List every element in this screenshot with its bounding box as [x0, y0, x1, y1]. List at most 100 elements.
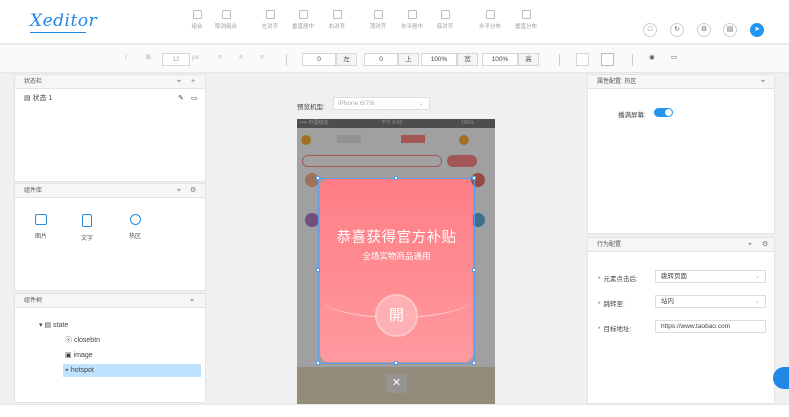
library-item-image[interactable]: 图片 — [26, 214, 56, 240]
ungroup-button[interactable]: 取消组合 — [206, 10, 246, 30]
app-logo: Xeditor — [30, 11, 98, 31]
library-item-label: 热区 — [128, 234, 141, 240]
group-label: 组合 — [191, 24, 203, 30]
target-url-input[interactable]: https://www.taobao.com — [655, 320, 766, 333]
target-url-label: * 目标地址: — [598, 326, 632, 333]
click-action-value: 跳转页面 — [661, 273, 687, 280]
bold-button[interactable]: B — [146, 52, 151, 66]
y-input[interactable]: 0 — [364, 53, 398, 66]
resize-handle-e[interactable] — [472, 268, 476, 272]
y-unit-label: 上 — [398, 53, 419, 66]
settings-icon[interactable]: ⚙ — [190, 184, 196, 198]
border-style-button[interactable] — [601, 53, 614, 66]
distribute-h-label: 水平分布 — [478, 24, 501, 30]
tree-panel-header: 组件树 ⌖ — [15, 294, 205, 308]
tree-node-hotspot[interactable]: ⌖ hotspot — [63, 364, 201, 377]
save-icon: ▤ — [726, 26, 734, 33]
height-input[interactable]: 100% — [482, 53, 518, 66]
visibility-button[interactable]: ◉ — [649, 52, 655, 66]
text-icon — [82, 214, 92, 227]
expand-icon[interactable]: ⌖ — [177, 75, 181, 89]
align-right-button[interactable]: 右对齐 — [317, 10, 357, 30]
tree-node-image[interactable]: ▣ image — [15, 349, 207, 362]
close-button[interactable]: ✕ — [386, 374, 407, 393]
resize-handle-w[interactable] — [316, 268, 320, 272]
resize-handle-sw[interactable] — [316, 361, 320, 365]
delete-button[interactable]: ▭ — [671, 52, 677, 66]
jump-to-label: * 跳转至: — [598, 301, 625, 308]
logo-underline — [30, 32, 86, 33]
device-select-value: iPhone 6/7/8 — [338, 100, 375, 107]
close-circle-icon: ⓧ — [65, 337, 72, 344]
refresh-button[interactable]: ↻ — [670, 23, 684, 37]
format-bar: I B 12 px ≡ ≡ ≡ 0 左 0 上 100% 宽 100% 高 ◉ … — [0, 45, 789, 73]
click-action-select[interactable]: 跳转页面 ⌄ — [655, 270, 766, 283]
device-select[interactable]: iPhone 6/7/8 ⌄ — [333, 97, 430, 110]
settings-icon: ⚙ — [700, 26, 708, 33]
resize-handle-ne[interactable] — [472, 176, 476, 180]
font-unit-label: px — [192, 54, 199, 61]
image-icon: ▣ — [65, 352, 72, 359]
width-input[interactable]: 100% — [421, 53, 457, 66]
resize-handle-se[interactable] — [472, 361, 476, 365]
text-align-right-button[interactable]: ≡ — [260, 52, 264, 66]
chat-support-button[interactable] — [773, 367, 789, 389]
expand-icon[interactable]: ⌖ — [748, 238, 752, 252]
selection-box[interactable] — [318, 178, 475, 364]
save-button[interactable]: ▤ — [723, 23, 737, 37]
align-left-label: 左对齐 — [261, 24, 279, 30]
library-item-hotspot[interactable]: 热区 — [120, 214, 150, 240]
align-bottom-label: 底对齐 — [436, 24, 454, 30]
font-size-input[interactable]: 12 — [162, 53, 190, 66]
distribute-h-button[interactable]: 水平分布 — [470, 10, 510, 30]
distribute-h-icon — [485, 10, 495, 19]
expand-icon[interactable]: ⌖ — [190, 294, 194, 308]
align-top-label: 顶对齐 — [369, 24, 387, 30]
fullscreen-toggle[interactable] — [654, 108, 673, 117]
jump-to-select[interactable]: 站内 ⌄ — [655, 295, 766, 308]
library-item-text[interactable]: 文字 — [72, 214, 102, 242]
folder-icon: ▤ — [44, 322, 52, 329]
fill-color-button[interactable] — [576, 53, 589, 66]
file-button[interactable]: □ — [643, 23, 657, 37]
bottom-scrollbar[interactable] — [0, 404, 789, 417]
tree-node-closebtn[interactable]: ⓧ closebtn — [15, 334, 207, 347]
align-top-icon — [373, 10, 383, 19]
align-bottom-button[interactable]: 底对齐 — [425, 10, 465, 30]
delete-state-icon[interactable]: ▭ — [191, 92, 198, 105]
preview-device-label: 预览机型: — [297, 104, 325, 111]
tree-panel-title: 组件树 — [24, 298, 43, 304]
text-align-left-button[interactable]: ≡ — [218, 52, 222, 66]
edit-icon[interactable]: ✎ — [178, 92, 184, 105]
align-center-h-icon — [407, 10, 417, 19]
tree-node-state[interactable]: ▾ ▤ state — [15, 319, 207, 332]
resize-handle-s[interactable] — [394, 361, 398, 365]
state-item[interactable]: ▤ 状态 1 ✎ ▭ — [15, 92, 207, 105]
publish-button[interactable]: ➤ — [750, 23, 764, 37]
text-align-center-button[interactable]: ≡ — [239, 52, 243, 66]
library-item-label: 文字 — [80, 236, 93, 242]
chevron-down-icon: ⌄ — [754, 298, 760, 305]
resize-handle-nw[interactable] — [316, 176, 320, 180]
x-input[interactable]: 0 — [302, 53, 336, 66]
settings-icon[interactable]: ⚙ — [762, 238, 768, 252]
add-state-icon[interactable]: + — [191, 75, 195, 89]
expand-icon[interactable]: ⌖ — [177, 184, 181, 198]
align-right-label: 右对齐 — [328, 24, 346, 30]
tree-node-label: image — [73, 352, 93, 359]
state-panel-header: 状态栏 ⌖ + — [15, 75, 205, 89]
editor-app: Xeditor 组合 取消组合 左对齐 垂直居中 右对齐 顶对齐 水平居中 底对… — [0, 0, 789, 417]
width-unit-label: 宽 — [457, 53, 478, 66]
top-toolbar: Xeditor 组合 取消组合 左对齐 垂直居中 右对齐 顶对齐 水平居中 底对… — [0, 0, 789, 44]
resize-handle-n[interactable] — [394, 176, 398, 180]
library-panel-title: 组件库 — [24, 188, 43, 194]
expand-icon[interactable]: ⌖ — [761, 75, 765, 89]
settings-button[interactable]: ⚙ — [697, 23, 711, 37]
tree-node-label: hotspot — [70, 367, 94, 374]
distribute-v-button[interactable]: 垂直分布 — [506, 10, 546, 30]
tree-node-label: closebtn — [73, 337, 101, 344]
tree-node-label: state — [53, 322, 69, 329]
italic-button[interactable]: I — [125, 52, 127, 66]
component-library-panel: 组件库 ⌖ ⚙ 图片 文字 热区 — [14, 183, 206, 291]
library-item-label: 图片 — [34, 234, 47, 240]
